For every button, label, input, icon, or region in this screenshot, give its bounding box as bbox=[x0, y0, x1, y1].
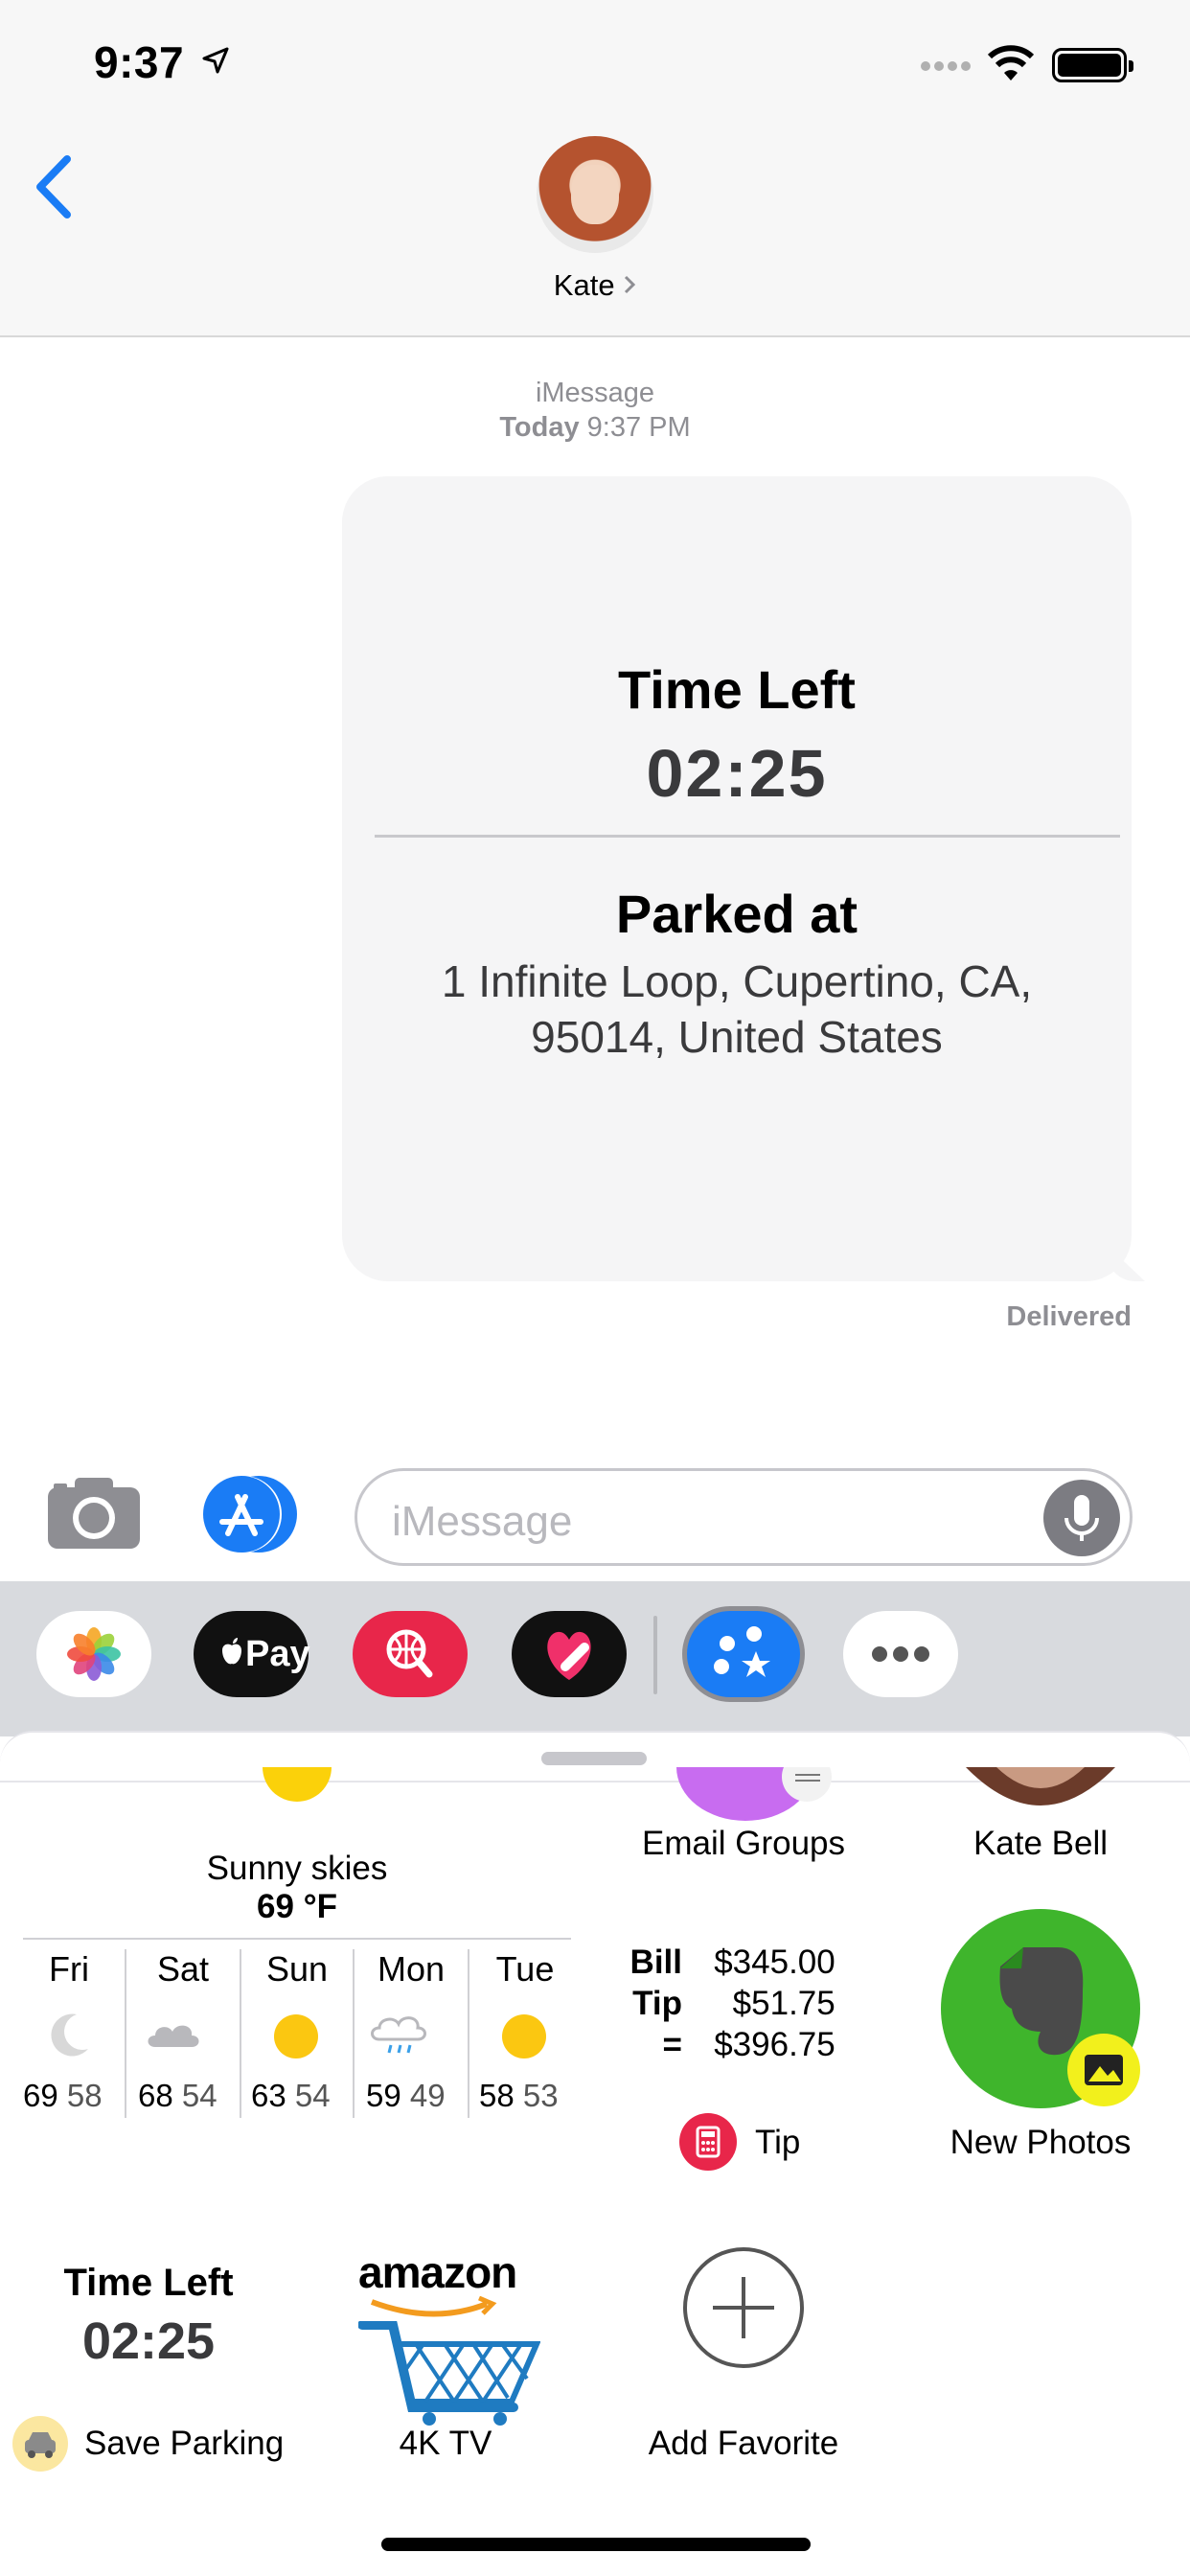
divider bbox=[375, 835, 1120, 838]
forecast-low: 54 bbox=[294, 2078, 331, 2113]
heart-icon bbox=[547, 1631, 591, 1680]
sun-icon bbox=[502, 2014, 546, 2058]
conversation-header: 9:37 Kate bbox=[0, 0, 1190, 337]
add-favorite-label: Add Favorite bbox=[648, 2425, 839, 2462]
app-drawer-strip: Pay bbox=[0, 1581, 1190, 1736]
digital-touch-app-button[interactable] bbox=[512, 1611, 627, 1697]
strip-separator bbox=[653, 1616, 657, 1694]
battery-icon bbox=[1052, 48, 1133, 82]
weather-summary: Sunny skies bbox=[206, 1850, 388, 1887]
amazon-logo: amazon bbox=[358, 2247, 517, 2297]
day-label: Today bbox=[499, 412, 580, 443]
cloud-icon bbox=[148, 2025, 199, 2047]
apple-pay-button[interactable]: Pay bbox=[194, 1611, 310, 1697]
rain-icon bbox=[371, 2016, 426, 2054]
parking-message-bubble[interactable]: Time Left 02:25 Parked at 1 Infinite Loo… bbox=[342, 476, 1145, 1281]
bill-label: Bill bbox=[629, 1944, 682, 1981]
parked-at-title: Parked at bbox=[615, 884, 858, 944]
message-meta: iMessage Today 9:37 PM bbox=[0, 376, 1190, 445]
evernote-icon bbox=[941, 1909, 1140, 2108]
forecast-day: Fri bbox=[49, 1949, 89, 1989]
photos-app-button[interactable] bbox=[36, 1611, 151, 1697]
search-images-app-button[interactable] bbox=[353, 1611, 468, 1697]
microphone-icon bbox=[1064, 1495, 1099, 1541]
chevron-right-icon bbox=[625, 275, 636, 294]
forecast-high: 58 bbox=[479, 2078, 515, 2113]
service-label: iMessage bbox=[535, 378, 655, 408]
total-equals-label: = bbox=[662, 2026, 682, 2063]
contact-avatar[interactable] bbox=[537, 136, 653, 253]
contact-name[interactable]: Kate bbox=[0, 268, 1190, 303]
back-chevron-icon[interactable] bbox=[33, 153, 75, 220]
favorites-icon bbox=[714, 1626, 770, 1677]
message-input[interactable]: iMessage bbox=[355, 1468, 1133, 1566]
forecast-high: 68 bbox=[138, 2078, 173, 2113]
sun-icon bbox=[274, 2014, 318, 2058]
apple-pay-label: Pay bbox=[245, 1634, 310, 1674]
time-left-value: 02:25 bbox=[646, 736, 828, 811]
photos-icon bbox=[67, 1627, 121, 1681]
forecast-day: Sat bbox=[156, 1949, 210, 1989]
location-arrow-icon bbox=[202, 47, 229, 74]
parked-address: 1 Infinite Loop, Cupertino, CA, 95014, U… bbox=[441, 956, 1033, 1062]
parking-time-left-value: 02:25 bbox=[81, 2312, 216, 2370]
email-groups-label: Email Groups bbox=[641, 1825, 846, 1862]
tip-value: $51.75 bbox=[732, 1985, 835, 2022]
bill-value: $345.00 bbox=[714, 1944, 835, 1981]
favorites-app-button[interactable] bbox=[682, 1606, 805, 1702]
amazon-smile-icon bbox=[370, 2296, 497, 2317]
forecast-day: Sun bbox=[265, 1949, 329, 1989]
forecast-high: 59 bbox=[366, 2078, 401, 2113]
shopping-cart-icon bbox=[358, 2321, 540, 2426]
calculator-icon bbox=[679, 2113, 737, 2171]
weather-temp: 69 °F bbox=[256, 1888, 338, 1925]
forecast-day: Mon bbox=[377, 1949, 446, 1989]
forecast-low: 54 bbox=[181, 2078, 217, 2113]
tip-label: Tip bbox=[632, 1985, 682, 2022]
forecast-low: 53 bbox=[522, 2078, 559, 2113]
total-value: $396.75 bbox=[714, 2026, 835, 2063]
new-photos-label: New Photos bbox=[950, 2124, 1132, 2161]
wifi-icon bbox=[987, 45, 1035, 80]
delivered-status: Delivered bbox=[1006, 1301, 1132, 1332]
drawer-grabber[interactable] bbox=[541, 1752, 647, 1765]
apple-logo-icon bbox=[222, 1638, 241, 1665]
camera-icon[interactable] bbox=[46, 1474, 142, 1551]
forecast-low: 58 bbox=[66, 2078, 103, 2113]
forecast-day: Tue bbox=[495, 1949, 555, 1989]
time-left-title: Time Left bbox=[618, 659, 856, 720]
message-input-placeholder: iMessage bbox=[392, 1498, 573, 1545]
sun-icon bbox=[263, 1767, 332, 1802]
save-parking-label: Save Parking bbox=[84, 2425, 285, 2462]
more-icon bbox=[872, 1646, 929, 1662]
time-label: 9:37 PM bbox=[586, 412, 691, 443]
forecast-high: 69 bbox=[23, 2078, 58, 2113]
kate-bell-label: Kate Bell bbox=[973, 1825, 1109, 1862]
more-apps-button[interactable] bbox=[843, 1611, 958, 1697]
app-store-icon[interactable] bbox=[201, 1474, 303, 1554]
plus-circle-icon bbox=[683, 2247, 804, 2368]
contact-photo bbox=[966, 1767, 1115, 1806]
moon-icon bbox=[51, 2013, 88, 2057]
favorites-drawer: Sunny skies 69 °F Fri 69 58 Sat 68 54 Su… bbox=[0, 1731, 1190, 2576]
status-time: 9:37 bbox=[94, 37, 185, 87]
home-indicator[interactable] bbox=[381, 2538, 811, 2551]
forecast-high: 63 bbox=[251, 2078, 286, 2113]
globe-search-icon bbox=[386, 1629, 433, 1678]
forecast-low: 49 bbox=[409, 2078, 446, 2113]
tip-app-label: Tip bbox=[755, 2124, 801, 2161]
signal-icon bbox=[921, 61, 971, 71]
microphone-button[interactable] bbox=[1043, 1480, 1120, 1556]
parking-time-left-title: Time Left bbox=[63, 2262, 234, 2304]
car-icon bbox=[12, 2416, 68, 2472]
tip-summary: Bill $345.00 Tip $51.75 = $396.75 bbox=[613, 1942, 862, 2065]
amazon-item-label: 4K TV bbox=[399, 2425, 492, 2462]
